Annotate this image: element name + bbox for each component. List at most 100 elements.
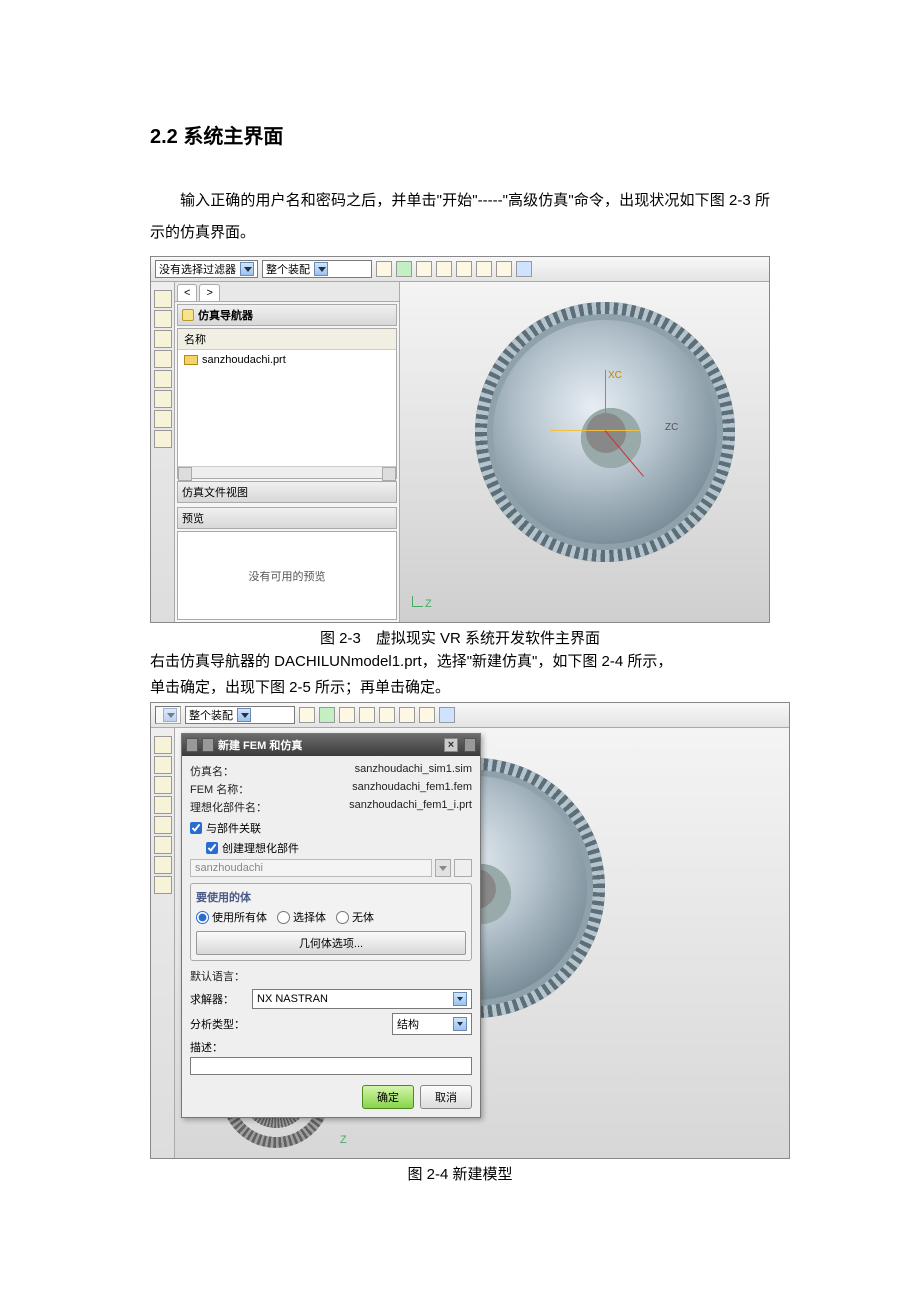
next-icon[interactable] [464, 738, 476, 752]
sim-navigator-title: 仿真导航器 [198, 307, 253, 323]
tool-icon[interactable] [154, 330, 172, 348]
shape2-icon[interactable] [399, 707, 415, 723]
layout-icon[interactable] [419, 707, 435, 723]
dropdown-icon [163, 708, 177, 722]
tool-icon[interactable] [154, 310, 172, 328]
shape-icon[interactable] [379, 707, 395, 723]
undo-icon[interactable] [416, 261, 432, 277]
assembly-combo-text: 整个装配 [189, 707, 233, 723]
tool-icon[interactable] [154, 756, 172, 774]
dropdown-icon [314, 262, 328, 276]
tool-icon[interactable] [154, 796, 172, 814]
tool-icon[interactable] [154, 430, 172, 448]
vertical-toolbar [151, 282, 175, 622]
radio-all-bodies[interactable]: 使用所有体 [196, 909, 267, 925]
section-heading: 2.2 系统主界面 [150, 120, 770, 149]
geometry-options-button[interactable]: 几何体选项... [196, 931, 466, 955]
sim-navigator-header[interactable]: 仿真导航器 [177, 304, 397, 326]
tool-icon[interactable] [154, 836, 172, 854]
preview-title: 预览 [182, 510, 204, 526]
axis-z-label: Z [412, 596, 432, 610]
part-name-value: sanzhoudachi [190, 859, 432, 877]
render-icon[interactable] [516, 261, 532, 277]
solver-value: NX NASTRAN [257, 993, 328, 1005]
add-icon[interactable] [396, 261, 412, 277]
analysis-type-value: 结构 [397, 1016, 419, 1032]
assoc-part-checkbox[interactable]: 与部件关联 [190, 820, 472, 836]
figure-2-4-screenshot: 整个装配 [150, 702, 790, 1159]
figure-2-4-caption: 图 2-4 新建模型 [150, 1163, 770, 1184]
preview-header[interactable]: 预览 [177, 507, 397, 529]
refresh-icon[interactable] [376, 261, 392, 277]
radio-select-bodies[interactable]: 选择体 [277, 909, 326, 925]
horizontal-scrollbar[interactable] [178, 466, 396, 478]
tool-icon[interactable] [154, 736, 172, 754]
default-lang-label: 默认语言： [190, 968, 245, 984]
paragraph-2-line1: 右击仿真导航器的 DACHILUNmodel1.prt，选择"新建仿真"，如下图… [150, 650, 770, 674]
preview-empty-text: 没有可用的预览 [249, 568, 326, 584]
axis-xc-label: XC [608, 370, 622, 381]
dropdown-icon [237, 708, 251, 722]
layout-icon[interactable] [496, 261, 512, 277]
ideal-name-label: 理想化部件名： [190, 799, 267, 815]
ok-button[interactable]: 确定 [362, 1085, 414, 1109]
redo-icon[interactable] [436, 261, 452, 277]
dialog-titlebar[interactable]: 新建 FEM 和仿真 × [182, 734, 480, 756]
analysis-type-select[interactable]: 结构 [392, 1013, 472, 1035]
cancel-button[interactable]: 取消 [420, 1085, 472, 1109]
part-name-field: sanzhoudachi [190, 859, 472, 877]
preview-box: 没有可用的预览 [177, 531, 397, 620]
shape-icon[interactable] [456, 261, 472, 277]
axis-y-icon [605, 370, 606, 430]
axis-zc-label: ZC [665, 422, 678, 433]
axis-x-icon [550, 430, 640, 431]
assembly-combo[interactable]: 整个装配 [185, 706, 295, 724]
add-icon[interactable] [319, 707, 335, 723]
refresh-icon[interactable] [299, 707, 315, 723]
column-header-name[interactable]: 名称 [178, 329, 396, 350]
browse-icon [454, 859, 472, 877]
tool-icon[interactable] [154, 390, 172, 408]
dropdown-icon [435, 859, 451, 877]
filter-combo[interactable]: 没有选择过滤器 [155, 260, 258, 278]
nav-tabbar: < > [175, 282, 399, 302]
create-ideal-label: 创建理想化部件 [222, 840, 299, 856]
body-group-title: 要使用的体 [196, 889, 466, 905]
close-icon[interactable]: × [444, 738, 458, 752]
tool-icon[interactable] [154, 776, 172, 794]
dropdown-icon [453, 992, 467, 1006]
tool-icon[interactable] [154, 410, 172, 428]
paragraph-2-line2: 单击确定，出现下图 2-5 所示；再单击确定。 [150, 676, 770, 700]
shape2-icon[interactable] [476, 261, 492, 277]
solver-label: 求解器： [190, 991, 246, 1007]
radio-no-bodies[interactable]: 无体 [336, 909, 374, 925]
tree-item-part[interactable]: sanzhoudachi.prt [178, 350, 396, 370]
render-icon[interactable] [439, 707, 455, 723]
top-toolbar: 整个装配 [151, 703, 789, 728]
sim-fileview-header[interactable]: 仿真文件视图 [177, 481, 397, 503]
sim-fileview-title: 仿真文件视图 [182, 484, 248, 500]
tool-icon[interactable] [154, 350, 172, 368]
solver-select[interactable]: NX NASTRAN [252, 989, 472, 1009]
navigator-panel: < > 仿真导航器 名称 sanzhoudachi.prt [175, 282, 400, 622]
pin-icon [182, 309, 194, 321]
tool-icon[interactable] [154, 856, 172, 874]
create-ideal-checkbox[interactable]: 创建理想化部件 [206, 840, 472, 856]
tool-icon[interactable] [154, 816, 172, 834]
tool-icon[interactable] [154, 876, 172, 894]
tool-icon[interactable] [154, 370, 172, 388]
analysis-type-label: 分析类型： [190, 1016, 246, 1032]
next-tab[interactable]: > [199, 284, 219, 301]
back-icon[interactable] [186, 738, 198, 752]
assembly-combo[interactable]: 整个装配 [262, 260, 372, 278]
prev-tab[interactable]: < [177, 284, 197, 301]
tool-icon[interactable] [154, 290, 172, 308]
undo-icon[interactable] [339, 707, 355, 723]
sim-name-label: 仿真名： [190, 763, 234, 779]
redo-icon[interactable] [359, 707, 375, 723]
3d-viewport[interactable]: ZC XC Z [400, 282, 769, 622]
description-input[interactable] [190, 1057, 472, 1075]
forward-icon[interactable] [202, 738, 214, 752]
filter-combo-text: 没有选择过滤器 [159, 261, 236, 277]
dialog-content: 仿真名：sanzhoudachi_sim1.sim FEM 名称：sanzhou… [182, 756, 480, 1117]
